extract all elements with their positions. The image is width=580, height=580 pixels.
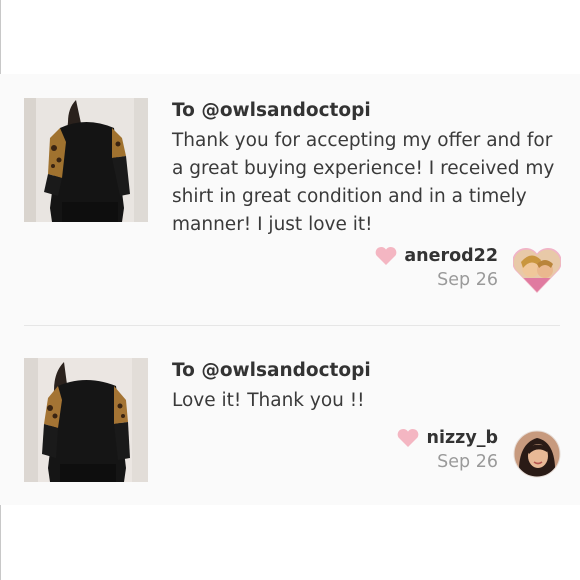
review-recipient[interactable]: To @owlsandoctopi xyxy=(172,100,371,121)
review-text: Love it! Thank you !! xyxy=(172,390,365,411)
reviewer-avatar[interactable] xyxy=(513,430,561,478)
product-thumbnail[interactable] xyxy=(24,98,148,222)
review-card: To @owlsandoctopi Thank you for acceptin… xyxy=(0,96,580,296)
product-thumbnail[interactable] xyxy=(24,358,148,482)
reviewer-username[interactable]: anerod22 xyxy=(404,246,498,266)
review-date: Sep 26 xyxy=(437,452,498,472)
reviewer-username[interactable]: nizzy_b xyxy=(426,428,498,448)
review-date: Sep 26 xyxy=(437,270,498,290)
review-meta: anerod22 Sep 26 xyxy=(374,246,498,290)
review-meta: nizzy_b Sep 26 xyxy=(396,428,498,472)
review-recipient[interactable]: To @owlsandoctopi xyxy=(172,360,371,381)
review-card: To @owlsandoctopi Love it! Thank you !! … xyxy=(0,356,580,496)
review-divider xyxy=(24,325,560,326)
heart-icon xyxy=(396,428,420,448)
reviewer-avatar[interactable] xyxy=(512,246,562,294)
heart-icon xyxy=(374,246,398,266)
review-text: Thank you for accepting my offer and for… xyxy=(172,130,555,235)
